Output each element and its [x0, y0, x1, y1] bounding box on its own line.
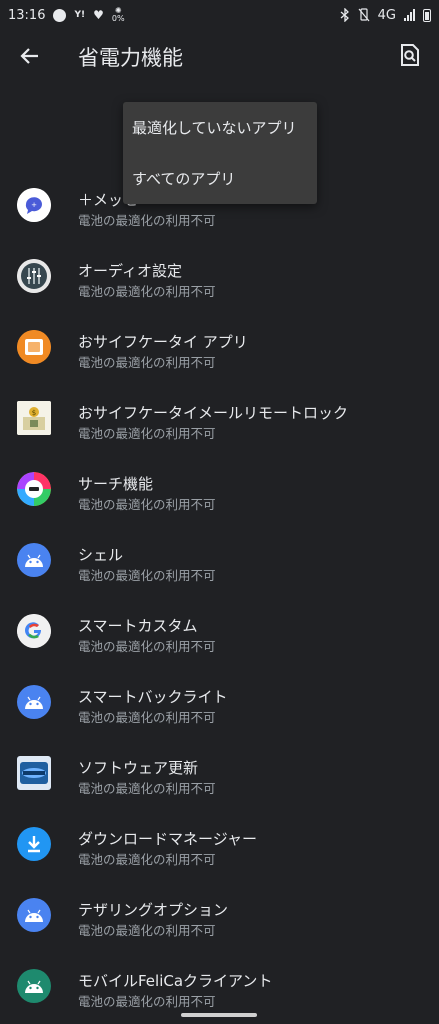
signal-icon — [404, 9, 415, 21]
bluetooth-icon — [340, 8, 350, 22]
list-item[interactable]: モバイルFeliCaクライアント 電池の最適化の利用不可 — [0, 951, 439, 1022]
list-item[interactable]: テザリングオプション 電池の最適化の利用不可 — [0, 880, 439, 951]
search-button[interactable] — [395, 40, 425, 70]
navigation-handle[interactable] — [181, 1013, 257, 1017]
google-icon — [17, 614, 51, 648]
app-status: 電池の最適化の利用不可 — [78, 710, 216, 725]
list-item[interactable]: シェル 電池の最適化の利用不可 — [0, 525, 439, 596]
audio-settings-icon — [17, 259, 51, 293]
app-name: おサイフケータイ アプリ — [78, 333, 248, 351]
list-item[interactable]: ソフトウェア更新 電池の最適化の利用不可 — [0, 738, 439, 809]
status-time: 13:16 — [8, 7, 46, 23]
menu-item-not-optimized[interactable]: 最適化していないアプリ — [123, 102, 317, 153]
app-status: 電池の最適化の利用不可 — [78, 213, 216, 228]
list-item[interactable]: サーチ機能 電池の最適化の利用不可 — [0, 454, 439, 525]
app-name: ソフトウェア更新 — [78, 759, 199, 777]
menu-item-all-apps[interactable]: すべてのアプリ — [123, 153, 317, 204]
app-status: 電池の最適化の利用不可 — [78, 497, 216, 512]
app-status: 電池の最適化の利用不可 — [78, 852, 216, 867]
status-bar: 13:16 Y! ♥ ✺ 0% 4G — [0, 0, 439, 30]
status-left: 13:16 Y! ♥ ✺ 0% — [8, 7, 125, 23]
page-title: 省電力機能 — [78, 46, 183, 70]
svg-text:+: + — [31, 201, 37, 209]
app-list: + ＋メッセ 電池の最適化の利用不可 オーディオ設定 電池の最適化の利用不可 お… — [0, 170, 439, 1022]
list-item[interactable]: $ おサイフケータイメールリモートロック 電池の最適化の利用不可 — [0, 383, 439, 454]
heart-icon: ♥ — [93, 8, 104, 22]
app-status: 電池の最適化の利用不可 — [78, 923, 216, 938]
plus-message-icon: + — [17, 188, 51, 222]
svg-text:$: $ — [32, 409, 36, 417]
app-name: オーディオ設定 — [78, 262, 182, 280]
app-status: 電池の最適化の利用不可 — [78, 284, 216, 299]
search-icon — [401, 44, 419, 66]
weather-icon: ✺ 0% — [112, 7, 125, 23]
list-item[interactable]: ダウンロードマネージャー 電池の最適化の利用不可 — [0, 809, 439, 880]
app-name: テザリングオプション — [78, 901, 229, 919]
osaifu-keitai-icon — [17, 330, 51, 364]
app-name: スマートカスタム — [78, 617, 198, 635]
android-icon — [17, 543, 51, 577]
app-name: おサイフケータイメールリモートロック — [78, 404, 349, 422]
weather-pct: 0% — [111, 14, 125, 23]
app-name: ダウンロードマネージャー — [78, 830, 257, 848]
list-item[interactable]: スマートバックライト 電池の最適化の利用不可 — [0, 667, 439, 738]
vibrate-off-icon — [358, 8, 370, 22]
app-name: モバイルFeliCaクライアント — [78, 972, 273, 990]
list-item[interactable]: おサイフケータイ アプリ 電池の最適化の利用不可 — [0, 312, 439, 383]
search-function-icon — [17, 472, 51, 506]
yahoo-icon: Y! — [74, 9, 86, 20]
app-status: 電池の最適化の利用不可 — [78, 568, 216, 583]
list-item[interactable]: スマートカスタム 電池の最適化の利用不可 — [0, 596, 439, 667]
app-status: 電池の最適化の利用不可 — [78, 994, 216, 1009]
spotify-icon — [53, 8, 67, 22]
android-icon — [17, 685, 51, 719]
list-item[interactable]: オーディオ設定 電池の最適化の利用不可 — [0, 241, 439, 312]
app-status: 電池の最適化の利用不可 — [78, 639, 216, 654]
status-right: 4G — [340, 8, 431, 23]
app-name: スマートバックライト — [78, 688, 228, 706]
android-icon — [17, 969, 51, 1003]
android-icon — [17, 898, 51, 932]
app-status: 電池の最適化の利用不可 — [78, 426, 216, 441]
filter-dropdown-menu: 最適化していないアプリ すべてのアプリ — [123, 102, 317, 204]
remote-lock-icon: $ — [17, 401, 51, 435]
xperia-icon — [17, 756, 51, 790]
app-name: サーチ機能 — [78, 475, 154, 493]
toolbar: 省電力機能 — [0, 30, 439, 82]
app-name: シェル — [78, 546, 124, 564]
app-status: 電池の最適化の利用不可 — [78, 355, 216, 370]
arrow-back-icon — [20, 48, 38, 64]
app-status: 電池の最適化の利用不可 — [78, 781, 216, 796]
download-icon — [17, 827, 51, 861]
battery-icon — [423, 8, 431, 22]
back-button[interactable] — [16, 42, 44, 70]
network-type: 4G — [377, 7, 396, 23]
